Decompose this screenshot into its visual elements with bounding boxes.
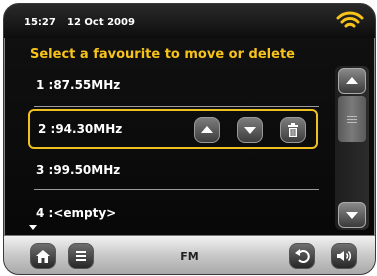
bottom-bar: FM	[4, 235, 375, 274]
page-title: Select a favourite to move or delete	[30, 47, 295, 62]
list-item[interactable]: 3 :99.50MHz	[28, 151, 318, 191]
favourite-label: 4 :<empty>	[36, 206, 117, 220]
scroll-up-button[interactable]	[338, 68, 366, 94]
delete-button[interactable]	[280, 117, 306, 143]
move-down-button[interactable]	[237, 117, 263, 143]
grip-line	[347, 122, 357, 123]
wifi-icon	[335, 9, 365, 33]
radio-screen: 15:27 12 Oct 2009 Select a favourite to …	[3, 3, 376, 275]
back-icon	[295, 249, 310, 263]
move-down-icon	[244, 127, 256, 134]
favourite-label: 3 :99.50MHz	[36, 163, 121, 177]
divider	[34, 189, 319, 190]
grip-line	[347, 119, 357, 120]
mode-label: FM	[180, 250, 199, 263]
favourite-label: 1 :87.55MHz	[36, 78, 121, 92]
scroll-down-button[interactable]	[338, 202, 366, 228]
status-time: 15:27	[24, 17, 56, 28]
list-item[interactable]: 1 :87.55MHz	[28, 66, 318, 106]
more-below-indicator	[29, 225, 37, 230]
volume-button[interactable]	[331, 243, 357, 269]
scrollbar[interactable]	[335, 66, 369, 230]
favourite-label: 2 :94.30MHz	[38, 122, 123, 136]
grip-line	[347, 116, 357, 117]
divider	[34, 106, 319, 107]
status-bar: 15:27 12 Oct 2009	[4, 4, 375, 38]
move-up-icon	[201, 126, 213, 133]
scroll-thumb[interactable]	[338, 96, 366, 142]
favourites-list: 1 :87.55MHz 2 :94.30MHz 3:99.50MHz 4:<…	[4, 66, 334, 228]
scroll-up-icon	[346, 77, 358, 84]
status-date: 12 Oct 2009	[67, 17, 135, 28]
volume-icon	[337, 250, 351, 262]
list-item[interactable]: 4 :<empty>	[28, 194, 318, 234]
list-item-selected[interactable]: 2 :94.30MHz	[28, 109, 318, 149]
trash-icon	[288, 123, 298, 137]
move-up-button[interactable]	[194, 117, 220, 143]
back-button[interactable]	[289, 243, 315, 269]
scroll-down-icon	[346, 212, 358, 219]
